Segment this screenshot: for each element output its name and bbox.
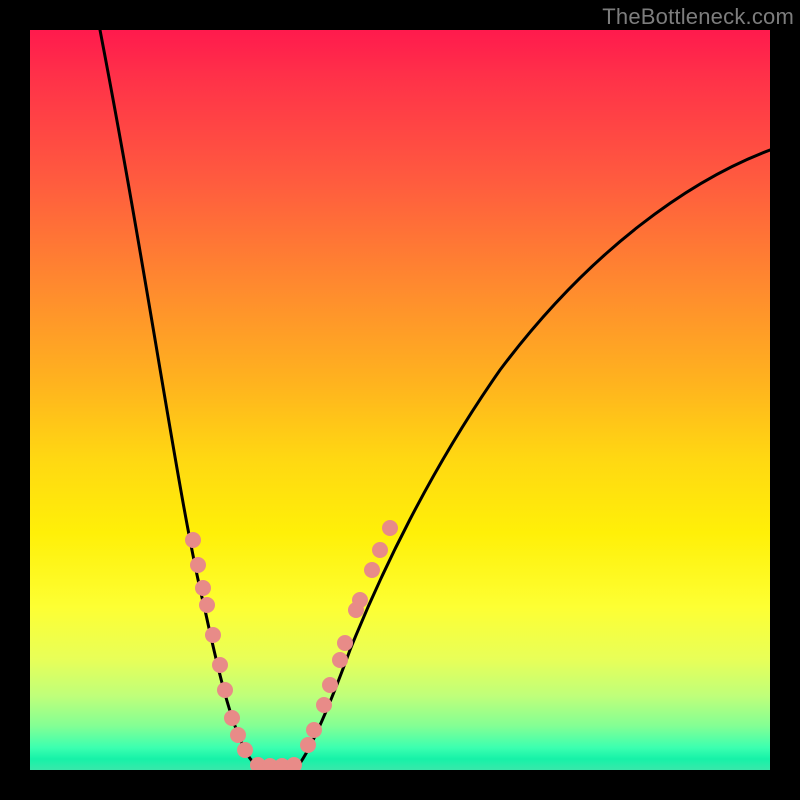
data-marker bbox=[306, 722, 322, 738]
chart-frame: TheBottleneck.com bbox=[0, 0, 800, 800]
data-marker bbox=[230, 727, 246, 743]
bottleneck-curve-left bbox=[100, 30, 260, 766]
data-marker bbox=[352, 592, 368, 608]
data-marker bbox=[205, 627, 221, 643]
data-marker bbox=[286, 757, 302, 770]
data-marker bbox=[364, 562, 380, 578]
data-marker bbox=[300, 737, 316, 753]
data-marker bbox=[199, 597, 215, 613]
data-marker bbox=[224, 710, 240, 726]
data-marker bbox=[185, 532, 201, 548]
data-marker bbox=[332, 652, 348, 668]
data-marker bbox=[237, 742, 253, 758]
data-marker bbox=[195, 580, 211, 596]
curve-layer bbox=[30, 30, 770, 770]
data-marker bbox=[217, 682, 233, 698]
watermark-text: TheBottleneck.com bbox=[602, 4, 794, 30]
curve-markers bbox=[185, 520, 398, 770]
data-marker bbox=[316, 697, 332, 713]
data-marker bbox=[212, 657, 228, 673]
data-marker bbox=[337, 635, 353, 651]
data-marker bbox=[382, 520, 398, 536]
plot-area bbox=[30, 30, 770, 770]
data-marker bbox=[372, 542, 388, 558]
data-marker bbox=[190, 557, 206, 573]
bottleneck-curve-right bbox=[298, 150, 770, 766]
data-marker bbox=[322, 677, 338, 693]
curve-paths bbox=[100, 30, 770, 766]
